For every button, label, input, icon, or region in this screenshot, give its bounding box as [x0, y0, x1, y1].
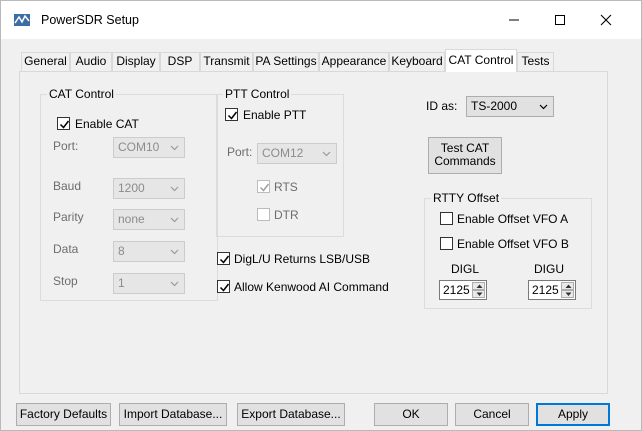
minimize-button[interactable]: [491, 1, 537, 39]
baud-combo[interactable]: 1200: [113, 178, 185, 199]
digl-spin-down-button[interactable]: [472, 290, 485, 298]
checkmark-icon: [219, 283, 230, 292]
cat-port-label: Port:: [53, 139, 79, 153]
chevron-down-icon: [170, 145, 179, 151]
digl-spin-up-button[interactable]: [472, 282, 485, 290]
tab-appearance[interactable]: Appearance: [319, 52, 389, 71]
enable-ptt-checkbox[interactable]: [225, 108, 238, 121]
parity-combo[interactable]: none: [113, 209, 185, 230]
checkmark-icon: [227, 111, 238, 120]
ptt-control-group: PTT Control Enable PTT Port: COM12 RTS D…: [216, 87, 344, 237]
close-icon: [600, 14, 612, 26]
data-value: 8: [118, 244, 125, 258]
digl-returns-label: DigL/U Returns LSB/USB: [234, 252, 371, 266]
title-bar[interactable]: PowerSDR Setup: [1, 1, 641, 39]
maximize-icon: [555, 15, 565, 25]
ptt-port-label: Port:: [227, 145, 253, 159]
setup-window: PowerSDR Setup General Audio Display DSP…: [0, 0, 642, 431]
tab-pa-settings[interactable]: PA Settings: [253, 52, 319, 71]
ptt-port-value: COM12: [262, 146, 304, 160]
offset-vfo-b-label: Enable Offset VFO B: [457, 237, 569, 251]
cat-control-group-title: CAT Control: [47, 87, 116, 101]
rtty-offset-group: RTTY Offset Enable Offset VFO A Enable O…: [424, 191, 592, 309]
enable-ptt-label: Enable PTT: [243, 108, 307, 122]
data-combo[interactable]: 8: [113, 241, 185, 262]
digl-value: 2125: [443, 283, 470, 297]
kenwood-ai-checkbox[interactable]: [217, 280, 230, 293]
cancel-button[interactable]: Cancel: [455, 403, 529, 426]
chevron-down-icon: [539, 104, 548, 110]
digl-spinner[interactable]: 2125: [439, 280, 487, 300]
apply-button[interactable]: Apply: [536, 403, 610, 426]
tab-tests[interactable]: Tests: [517, 52, 554, 71]
digu-spin-down-button[interactable]: [561, 290, 574, 298]
tab-general[interactable]: General: [21, 52, 70, 71]
id-as-value: TS-2000: [471, 99, 518, 113]
parity-label: Parity: [53, 210, 84, 224]
maximize-button[interactable]: [537, 1, 583, 39]
chevron-down-icon: [170, 217, 179, 223]
stop-label: Stop: [53, 274, 78, 288]
cat-control-panel: CAT Control Enable CAT Port: COM10 Baud …: [19, 71, 608, 394]
enable-cat-checkbox[interactable]: [57, 117, 70, 130]
digu-value: 2125: [532, 283, 559, 297]
minimize-icon: [509, 19, 519, 21]
rts-label: RTS: [274, 180, 298, 194]
id-as-label: ID as:: [426, 99, 458, 113]
offset-vfo-b-checkbox[interactable]: [440, 237, 453, 250]
cat-port-value: COM10: [118, 140, 160, 154]
ptt-port-combo[interactable]: COM12: [257, 143, 337, 164]
digu-spinner[interactable]: 2125: [528, 280, 576, 300]
chevron-down-icon: [170, 281, 179, 287]
cat-port-combo[interactable]: COM10: [113, 137, 185, 158]
spin-down-icon: [476, 292, 483, 296]
factory-defaults-button[interactable]: Factory Defaults: [16, 403, 111, 426]
dtr-checkbox[interactable]: [257, 208, 270, 221]
tab-display[interactable]: Display: [112, 52, 160, 71]
checkmark-icon: [59, 120, 70, 129]
import-database-button[interactable]: Import Database...: [119, 403, 227, 426]
enable-cat-label: Enable CAT: [75, 117, 139, 131]
digu-spin-up-button[interactable]: [561, 282, 574, 290]
digu-label: DIGU: [534, 262, 564, 276]
chevron-down-icon: [322, 151, 331, 157]
ok-button[interactable]: OK: [374, 403, 448, 426]
export-database-button[interactable]: Export Database...: [237, 403, 345, 426]
tab-dsp[interactable]: DSP: [160, 52, 200, 71]
offset-vfo-a-label: Enable Offset VFO A: [457, 212, 569, 226]
rtty-offset-group-title: RTTY Offset: [431, 191, 502, 205]
chevron-down-icon: [170, 186, 179, 192]
parity-value: none: [118, 212, 145, 226]
ptt-control-group-title: PTT Control: [223, 87, 292, 101]
test-cat-commands-button[interactable]: Test CAT Commands: [428, 137, 502, 174]
id-as-combo[interactable]: TS-2000: [466, 96, 554, 117]
tab-cat-control[interactable]: CAT Control: [445, 49, 517, 72]
test-cat-line2: Commands: [434, 154, 496, 168]
baud-label: Baud: [53, 179, 82, 193]
checkmark-icon: [219, 255, 230, 264]
rts-checkbox[interactable]: [257, 180, 270, 193]
dtr-label: DTR: [274, 208, 299, 222]
tab-audio[interactable]: Audio: [70, 52, 112, 71]
close-button[interactable]: [583, 1, 629, 39]
tab-keyboard[interactable]: Keyboard: [389, 52, 445, 71]
tab-transmit[interactable]: Transmit: [200, 52, 253, 71]
spin-up-icon: [476, 284, 483, 288]
window-title: PowerSDR Setup: [41, 13, 139, 27]
digl-label: DIGL: [451, 262, 480, 276]
data-label: Data: [53, 242, 79, 256]
spin-down-icon: [565, 292, 572, 296]
digl-returns-checkbox[interactable]: [217, 252, 230, 265]
stop-combo[interactable]: 1: [113, 273, 185, 294]
stop-value: 1: [118, 276, 125, 290]
kenwood-ai-label: Allow Kenwood AI Command: [234, 280, 389, 294]
checkmark-icon: [259, 183, 270, 192]
offset-vfo-a-checkbox[interactable]: [440, 212, 453, 225]
powersdr-app-icon: [14, 14, 30, 26]
spin-up-icon: [565, 284, 572, 288]
chevron-down-icon: [170, 249, 179, 255]
baud-value: 1200: [118, 181, 145, 195]
cat-control-group: CAT Control Enable CAT Port: COM10 Baud …: [40, 87, 218, 301]
